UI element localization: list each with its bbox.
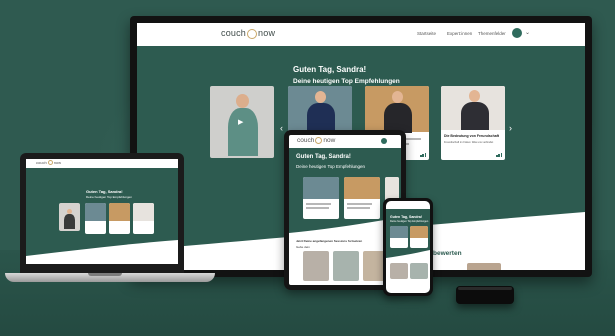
- phone-card[interactable]: [410, 226, 428, 248]
- streaming-box-top: [458, 287, 512, 290]
- phone-card[interactable]: [390, 226, 408, 248]
- logo-left: couch: [221, 28, 247, 38]
- laptop-card[interactable]: [109, 203, 130, 234]
- tablet-greeting: Guten Tag, Sandra!: [296, 154, 351, 160]
- nav-link-themenfelder[interactable]: Themenfelder: [478, 31, 506, 36]
- logo-mark-icon: [47, 160, 53, 166]
- laptop-card[interactable]: [85, 203, 106, 234]
- laptop-wave-decoration: [26, 240, 178, 264]
- laptop-screen: couch now Guten Tag, Sandra! Deine heutig…: [26, 159, 178, 264]
- chevron-left-icon[interactable]: ‹: [280, 123, 283, 133]
- tv-subheading: Deine heutigen Top Empfehlungen: [293, 78, 400, 85]
- recommendation-card[interactable]: Die Bedeutung von Freundschaft Freundsch…: [441, 86, 505, 160]
- phone-screen: Guten Tag, Sandra! Deine heutigen Top Em…: [386, 201, 430, 293]
- avatar-icon[interactable]: [512, 28, 522, 38]
- rating-thumbnail[interactable]: [467, 263, 501, 270]
- tablet-continue-sub: Gebe dein: [296, 245, 310, 249]
- streaming-box: [456, 286, 514, 304]
- tablet-continue-title: Jetzt Deine angefangenen Sessions fortse…: [296, 239, 363, 243]
- logo-right: now: [323, 137, 336, 145]
- logo-right: now: [53, 160, 62, 165]
- tv-featured-video-card[interactable]: ▶: [210, 86, 274, 158]
- logo-mark-icon: [247, 28, 258, 39]
- laptop-subheading: Deine heutigen Top Empfehlungen: [86, 195, 132, 199]
- laptop-device: couch now Guten Tag, Sandra! Deine heutig…: [20, 153, 184, 274]
- brand-logo[interactable]: couch now: [36, 160, 62, 166]
- tablet-card[interactable]: [344, 177, 380, 219]
- laptop-nav-bar: couch now: [26, 159, 178, 168]
- tablet-card[interactable]: [303, 177, 339, 219]
- brand-logo[interactable]: couch now: [297, 137, 335, 144]
- tv-nav-bar: couch now Startseite Expert:innen Themenf…: [137, 23, 585, 46]
- nav-link-startseite[interactable]: Startseite: [417, 31, 436, 36]
- tablet-nav-bar: couch now: [289, 135, 401, 148]
- laptop-trackpad-notch: [88, 273, 122, 276]
- logo-mark-icon: [315, 137, 323, 144]
- tv-section-title-partial: bewerten: [433, 250, 462, 257]
- logo-left: couch: [297, 137, 315, 145]
- logo-right: now: [258, 28, 276, 38]
- phone-continue-card[interactable]: [410, 263, 428, 279]
- tablet-continue-card[interactable]: [303, 251, 329, 281]
- card-description: Freundschaft im Fokus: Was uns verbindet: [444, 141, 494, 144]
- nav-link-expertinnen[interactable]: Expert:innen: [447, 31, 472, 36]
- tablet-subheading: Deine heutigen Top Empfehlungen: [296, 164, 365, 169]
- chevron-right-icon[interactable]: ›: [509, 123, 512, 133]
- phone-subheading: Deine heutigen Top Empfehlungen: [390, 220, 429, 223]
- phone-greeting: Guten Tag, Sandra!: [390, 215, 423, 219]
- play-icon[interactable]: ▶: [238, 118, 243, 126]
- phone-nav-bar: [386, 201, 430, 209]
- laptop-featured-card[interactable]: [59, 203, 80, 231]
- card-title: Die Bedeutung von Freundschaft: [444, 134, 500, 138]
- tablet-continue-card[interactable]: [333, 251, 359, 281]
- brand-logo[interactable]: couch now: [221, 28, 275, 39]
- tv-greeting: Guten Tag, Sandra!: [293, 65, 367, 74]
- phone-continue-card[interactable]: [390, 263, 408, 279]
- avatar-icon[interactable]: [381, 138, 387, 144]
- logo-left: couch: [36, 160, 47, 165]
- laptop-greeting: Guten Tag, Sandra!: [86, 189, 123, 194]
- chevron-down-icon[interactable]: ⌄: [525, 29, 530, 36]
- laptop-card[interactable]: [133, 203, 154, 234]
- phone-device: Guten Tag, Sandra! Deine heutigen Top Em…: [383, 198, 433, 296]
